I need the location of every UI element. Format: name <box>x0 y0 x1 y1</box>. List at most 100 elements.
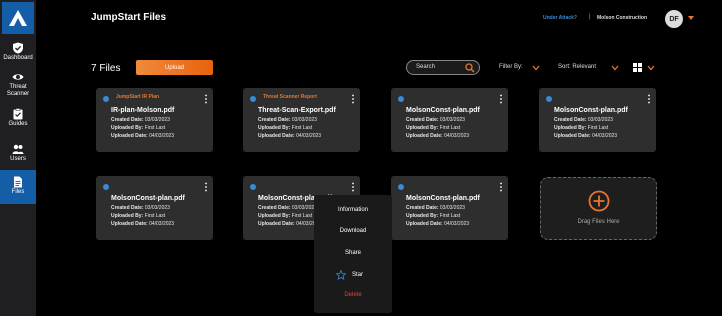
uploaded-date-label: Uploaded Date: <box>111 221 148 227</box>
created-date-label: Created Date: <box>258 117 291 123</box>
sidebar-item-threat-scanner[interactable]: Threat Scanner <box>0 69 36 103</box>
chevron-down-icon[interactable] <box>611 65 619 71</box>
created-date-label: Created Date: <box>554 117 587 123</box>
pin-icon <box>103 96 109 102</box>
avatar[interactable]: DF <box>665 10 683 28</box>
grid-view-icon[interactable] <box>633 63 642 72</box>
uploaded-date: 04/03/2023 <box>149 221 175 227</box>
pin-icon <box>398 96 404 102</box>
chevron-down-icon[interactable] <box>688 16 694 20</box>
created-date: 03/03/2023 <box>439 117 465 123</box>
sidebar: Dashboard Threat Scanner Guides Users Fi… <box>0 0 36 316</box>
uploaded-by-label: Uploaded By: <box>111 213 144 219</box>
organization-name: Molson Construction <box>597 15 647 21</box>
sidebar-item-label: Users <box>10 156 26 162</box>
plus-circle-icon <box>588 190 610 212</box>
file-name: Threat-Scan-Export.pdf <box>258 107 336 114</box>
uploaded-date-label: Uploaded Date: <box>111 133 148 139</box>
created-date-label: Created Date: <box>258 205 291 211</box>
more-vertical-icon[interactable] <box>352 182 354 192</box>
filter-dropdown[interactable]: Filter By: <box>499 64 523 70</box>
file-card[interactable]: MolsonConst-plan.pdf Created Date: 03/03… <box>539 88 656 152</box>
file-tag: JumpStart IR Plan <box>116 94 160 100</box>
more-vertical-icon[interactable] <box>205 94 207 104</box>
header-separator: | <box>589 14 591 20</box>
file-name: MolsonConst-plan.pdf <box>406 107 480 114</box>
upload-button[interactable]: Upload <box>136 60 213 75</box>
file-name: MolsonConst-plan.pdf <box>554 107 628 114</box>
file-name: MolsonConst-plan.pdf <box>111 195 185 202</box>
more-vertical-icon[interactable] <box>352 94 354 104</box>
file-card[interactable]: MolsonConst-plan.pdf Created Date: 03/03… <box>96 176 213 240</box>
uploaded-by-label: Uploaded By: <box>406 125 439 131</box>
pin-icon <box>250 184 256 190</box>
uploaded-date-label: Uploaded Date: <box>258 221 295 227</box>
more-vertical-icon[interactable] <box>500 182 502 192</box>
uploaded-date-label: Uploaded Date: <box>406 133 443 139</box>
sort-dropdown[interactable]: Sort: Relevant <box>558 64 596 70</box>
uploaded-date: 04/03/2023 <box>296 133 322 139</box>
menu-item-information[interactable]: Information <box>314 207 392 213</box>
uploaded-date: 04/03/2023 <box>149 133 175 139</box>
created-date-label: Created Date: <box>111 117 144 123</box>
menu-item-download[interactable]: Download <box>314 228 392 234</box>
uploaded-date: 04/03/2023 <box>444 221 470 227</box>
created-date: 03/03/2023 <box>439 205 465 211</box>
uploaded-by-label: Uploaded By: <box>258 125 291 131</box>
uploaded-by-label: Uploaded By: <box>406 213 439 219</box>
search-placeholder: Search <box>416 64 436 70</box>
file-card[interactable]: Threat Scanner Report Threat-Scan-Export… <box>243 88 360 152</box>
uploaded-by-label: Uploaded By: <box>258 213 291 219</box>
created-date: 03/03/2023 <box>144 205 170 211</box>
sidebar-item-label: Threat Scanner <box>6 84 30 97</box>
menu-item-star[interactable]: Star <box>336 270 363 280</box>
file-icon <box>14 176 22 188</box>
uploaded-by: First Last <box>439 213 461 219</box>
star-icon <box>336 270 346 280</box>
under-attack-link[interactable]: Under Attack? <box>543 15 577 21</box>
logo-icon <box>9 10 27 26</box>
drop-zone[interactable]: Drag Files Here <box>540 177 657 240</box>
created-date: 03/03/2023 <box>587 117 613 123</box>
uploaded-by: First Last <box>291 125 313 131</box>
file-card[interactable]: JumpStart IR Plan IR-plan-Molson.pdf Cre… <box>96 88 213 152</box>
file-count: 7 Files <box>91 63 121 74</box>
pin-icon <box>398 184 404 190</box>
menu-item-share[interactable]: Share <box>314 250 392 256</box>
menu-item-delete[interactable]: Delete <box>314 292 392 298</box>
app-logo[interactable] <box>2 2 34 34</box>
eye-icon <box>12 74 24 80</box>
more-vertical-icon[interactable] <box>205 182 207 192</box>
uploaded-by: First Last <box>439 125 461 131</box>
file-name: IR-plan-Molson.pdf <box>111 107 175 114</box>
menu-item-star-label: Star <box>352 272 364 278</box>
uploaded-date: 04/03/2023 <box>444 133 470 139</box>
context-menu: Information Download Share Star Delete <box>314 195 392 313</box>
file-card[interactable]: MolsonConst-plan.pdf Created Date: 03/03… <box>391 88 508 152</box>
more-vertical-icon[interactable] <box>500 94 502 104</box>
created-date: 03/03/2023 <box>144 117 170 123</box>
drop-zone-label: Drag Files Here <box>577 219 620 225</box>
sidebar-item-label: Dashboard <box>3 55 33 61</box>
chevron-down-icon[interactable] <box>532 65 540 71</box>
uploaded-by: First Last <box>144 125 166 131</box>
created-date-label: Created Date: <box>111 205 144 211</box>
uploaded-by: First Last <box>587 125 609 131</box>
more-vertical-icon[interactable] <box>648 94 650 104</box>
file-card[interactable]: MolsonConst-plan.pdf Created Date: 03/03… <box>391 176 508 240</box>
search-icon[interactable] <box>465 63 475 73</box>
clipboard-check-icon <box>13 108 23 120</box>
created-date: 03/03/2023 <box>291 117 317 123</box>
file-name: MolsonConst-plan.pdf <box>406 195 480 202</box>
pin-icon <box>250 96 256 102</box>
sidebar-item-guides[interactable]: Guides <box>0 106 36 140</box>
page-title: JumpStart Files <box>91 12 167 23</box>
uploaded-by-label: Uploaded By: <box>111 125 144 131</box>
search-input[interactable]: Search <box>406 60 480 75</box>
file-tag: Threat Scanner Report <box>263 94 317 100</box>
created-date-label: Created Date: <box>406 205 439 211</box>
uploaded-by: First Last <box>144 213 166 219</box>
uploaded-date-label: Uploaded Date: <box>406 221 443 227</box>
sidebar-item-files[interactable]: Files <box>0 170 36 204</box>
chevron-down-icon[interactable] <box>647 65 655 71</box>
